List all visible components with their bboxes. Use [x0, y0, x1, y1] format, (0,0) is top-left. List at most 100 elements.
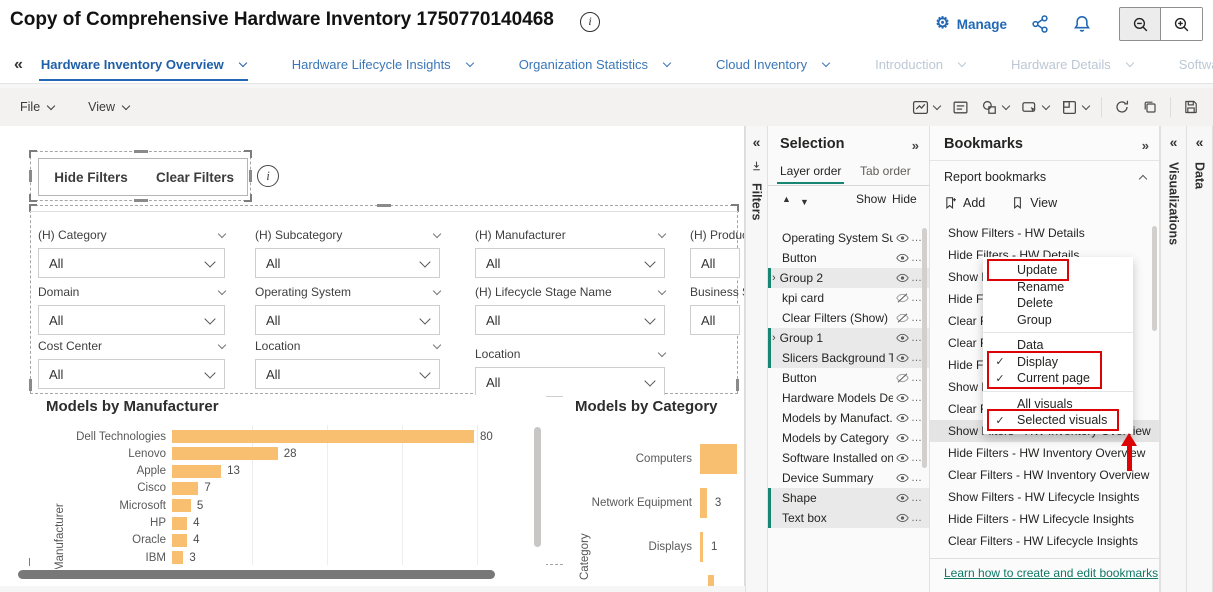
- data-pane-collapsed[interactable]: « Data: [1187, 126, 1213, 592]
- slicer-header[interactable]: Domain: [38, 284, 225, 300]
- slicer-header[interactable]: (H) Product: [690, 227, 740, 243]
- models-by-manufacturer-chart[interactable]: Models by Manufacturer Dell Technologies…: [30, 395, 546, 569]
- layer-item-text-box[interactable]: Text box…: [768, 508, 929, 528]
- menu-item-rename[interactable]: Rename: [983, 279, 1133, 296]
- slicer-header[interactable]: (H) Category: [38, 227, 225, 243]
- slicer-dropdown[interactable]: All: [38, 248, 225, 278]
- slicer-dropdown[interactable]: All: [38, 359, 225, 389]
- layer-item-models-by-category[interactable]: Models by Category…: [768, 428, 929, 448]
- bar[interactable]: [172, 482, 198, 495]
- report-canvas[interactable]: Hide Filters Clear Filters i (H) Categor…: [0, 126, 745, 586]
- bookmarks-scrollbar[interactable]: [1152, 226, 1157, 331]
- slicer-dropdown[interactable]: All: [475, 248, 665, 278]
- menu-item-display[interactable]: ✓Display: [983, 354, 1133, 371]
- eye-icon[interactable]: [893, 353, 911, 363]
- scroll-tabs-left-icon[interactable]: «: [14, 56, 23, 74]
- bar-row-dell-technologies[interactable]: Dell Technologies80: [30, 428, 546, 445]
- buttons-button[interactable]: [1021, 99, 1049, 116]
- bookmark-item-hide-filters-hw-inventory-overview[interactable]: Hide Filters - HW Inventory Overview: [930, 442, 1159, 464]
- file-menu[interactable]: File: [20, 100, 54, 114]
- hide-filters-button[interactable]: Hide Filters: [39, 170, 143, 185]
- eye-icon[interactable]: [893, 493, 911, 503]
- show-all-button[interactable]: Show: [856, 192, 886, 206]
- eye-icon[interactable]: [893, 473, 911, 483]
- bar[interactable]: [172, 447, 278, 460]
- slicer-dropdown[interactable]: All: [690, 305, 740, 335]
- slicer-header[interactable]: (H) Lifecycle Stage Name: [475, 284, 665, 300]
- collapse-selection-icon[interactable]: »: [912, 138, 919, 153]
- layer-item-button[interactable]: Button…: [768, 248, 929, 268]
- bookmarks-help-link[interactable]: Learn how to create and edit bookmarks: [944, 566, 1158, 580]
- tab-hardware-inventory-overview[interactable]: Hardware Inventory Overview: [41, 57, 246, 72]
- hide-all-button[interactable]: Hide: [892, 192, 917, 206]
- clear-filters-button[interactable]: Clear Filters: [143, 170, 247, 185]
- share-icon[interactable]: [1031, 15, 1049, 33]
- page-layout-button[interactable]: [1061, 99, 1089, 116]
- eye-icon[interactable]: [893, 333, 911, 343]
- expander-icon[interactable]: ›: [772, 332, 776, 344]
- bar-row-ibm[interactable]: IBM3: [30, 549, 546, 566]
- shapes-button[interactable]: [981, 99, 1009, 116]
- slicer-dropdown[interactable]: All: [475, 305, 665, 335]
- bar[interactable]: [172, 551, 183, 564]
- bar-row-cisco[interactable]: Cisco7: [30, 480, 546, 497]
- collapse-bookmarks-icon[interactable]: »: [1142, 138, 1149, 153]
- slicer-header[interactable]: Location: [475, 346, 665, 362]
- manage-button[interactable]: ⚙ Manage: [935, 16, 1007, 32]
- tab-organization-statistics[interactable]: Organization Statistics: [519, 57, 670, 72]
- eye-icon[interactable]: [893, 453, 911, 463]
- selection-scrollbar[interactable]: [922, 228, 927, 468]
- notifications-bell-icon[interactable]: [1073, 15, 1091, 33]
- menu-item-update[interactable]: Update: [983, 262, 1133, 279]
- tab-hardware-details[interactable]: Hardware Details: [1011, 57, 1133, 72]
- menu-item-current-page[interactable]: ✓Current page: [983, 370, 1133, 387]
- bar-row-oracle[interactable]: Oracle4: [30, 532, 546, 549]
- tab-software-details[interactable]: Software Details: [1179, 57, 1213, 72]
- menu-item-data[interactable]: Data: [983, 337, 1133, 354]
- more-options-icon[interactable]: …: [911, 492, 929, 504]
- eye-hidden-icon[interactable]: [893, 313, 911, 323]
- bookmark-item-hide-filters-hw-lifecycle-insights[interactable]: Hide Filters - HW Lifecycle Insights: [930, 508, 1159, 530]
- slicer-dropdown[interactable]: All: [255, 305, 440, 335]
- slicer-header[interactable]: (H) Manufacturer: [475, 227, 665, 243]
- eye-icon[interactable]: [893, 273, 911, 283]
- slicer-header[interactable]: Cost Center: [38, 338, 225, 354]
- save-button[interactable]: [1183, 99, 1199, 115]
- tab-cloud-inventory[interactable]: Cloud Inventory: [716, 57, 829, 72]
- bar[interactable]: [172, 517, 187, 530]
- eye-icon[interactable]: [893, 253, 911, 263]
- slicer-header[interactable]: Operating System: [255, 284, 440, 300]
- text-box-button[interactable]: [952, 99, 969, 116]
- bar[interactable]: [172, 430, 474, 443]
- report-bookmarks-section[interactable]: Report bookmarks: [944, 170, 1146, 184]
- eye-icon[interactable]: [893, 233, 911, 243]
- slicer-header[interactable]: Location: [255, 338, 440, 354]
- bar[interactable]: [700, 488, 707, 518]
- expand-data-icon[interactable]: «: [1196, 134, 1204, 150]
- menu-item-group[interactable]: Group: [983, 312, 1133, 329]
- slicer-dropdown[interactable]: All: [255, 359, 440, 389]
- layer-item-software-installed-on[interactable]: Software Installed on ...…: [768, 448, 929, 468]
- tab-tab-order[interactable]: Tab order: [860, 164, 911, 178]
- slicer-dropdown[interactable]: All: [475, 367, 665, 397]
- bookmark-item-show-filters-hw-details[interactable]: Show Filters - HW Details: [930, 222, 1159, 244]
- bar-row-computers[interactable]: Computers: [563, 439, 745, 479]
- duplicate-button[interactable]: [1142, 99, 1158, 115]
- insert-visual-button[interactable]: [912, 99, 940, 116]
- bar[interactable]: [172, 499, 191, 512]
- slicer-header[interactable]: (H) Subcategory: [255, 227, 440, 243]
- move-layer-up-button[interactable]: ▲: [782, 194, 791, 204]
- slicer-dropdown[interactable]: All: [38, 305, 225, 335]
- bar[interactable]: [172, 465, 221, 478]
- tab-hardware-lifecycle-insights[interactable]: Hardware Lifecycle Insights: [292, 57, 473, 72]
- tab-introduction[interactable]: Introduction: [875, 57, 965, 72]
- layer-item-slicers-background-te[interactable]: Slicers Background Te...…: [768, 348, 929, 368]
- eye-hidden-icon[interactable]: [893, 373, 911, 383]
- collapse-pane-icon[interactable]: [750, 160, 763, 173]
- bar-row-lenovo[interactable]: Lenovo28: [30, 445, 546, 462]
- expand-filters-icon[interactable]: «: [753, 134, 761, 150]
- canvas-horizontal-scrollbar[interactable]: [18, 570, 495, 579]
- info-icon[interactable]: i: [580, 12, 600, 32]
- layer-item-device-summary[interactable]: Device Summary…: [768, 468, 929, 488]
- layer-item-button[interactable]: Button…: [768, 368, 929, 388]
